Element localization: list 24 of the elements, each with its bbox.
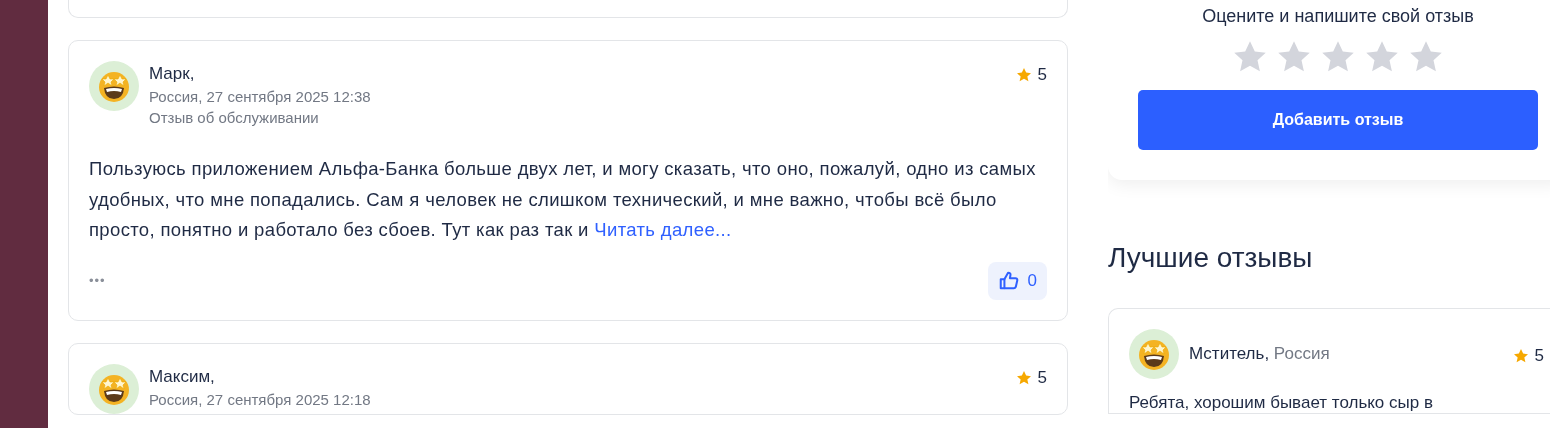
star-icon — [1015, 67, 1032, 83]
star-icon — [1015, 369, 1032, 386]
add-review-button[interactable]: Добавить отзыв — [1138, 90, 1538, 150]
rating-value: 5 — [1037, 367, 1047, 388]
avatar-icon — [89, 363, 139, 414]
more-options-button[interactable]: ••• — [89, 273, 106, 288]
rating-value: 5 — [1037, 65, 1047, 85]
avatar-icon — [1129, 329, 1179, 379]
rating-value: 5 — [1534, 346, 1544, 366]
author-name: Мститель, Россия — [1189, 344, 1331, 364]
review-category: Отзыв об обслуживании — [149, 109, 320, 126]
rating-prompt: Оцените и напишите свой отзыв — [1202, 6, 1474, 27]
author-name: Максим, — [149, 366, 216, 387]
review-date: Россия, 27 сентября 2025 12:18 — [149, 390, 372, 408]
author-name: Марк, — [149, 64, 196, 84]
review-text: Ребята, хорошим бывает только сыр в — [1129, 393, 1434, 413]
section-title: Лучшие отзывы — [1108, 242, 1314, 274]
thumbs-up-icon — [997, 269, 1020, 292]
like-button[interactable]: 0 — [987, 261, 1047, 300]
review-date: Россия, 27 сентября 2025 12:38 — [149, 88, 372, 105]
star-icon — [1512, 348, 1529, 364]
review-text: Пользуюсь приложением Альфа-Банка больше двух лет, и могу сказать, что оно, пожалуй, одно из самых удобных, что мне попадались. Сам я человек не слишком технический, и мне важно, чтобы всё было просто, понятно и работало без сбоев. Тут как раз так и Читать далее... — [89, 157, 1037, 242]
read-more-link[interactable]: Читать далее... — [594, 219, 732, 240]
avatar-icon — [89, 61, 139, 111]
